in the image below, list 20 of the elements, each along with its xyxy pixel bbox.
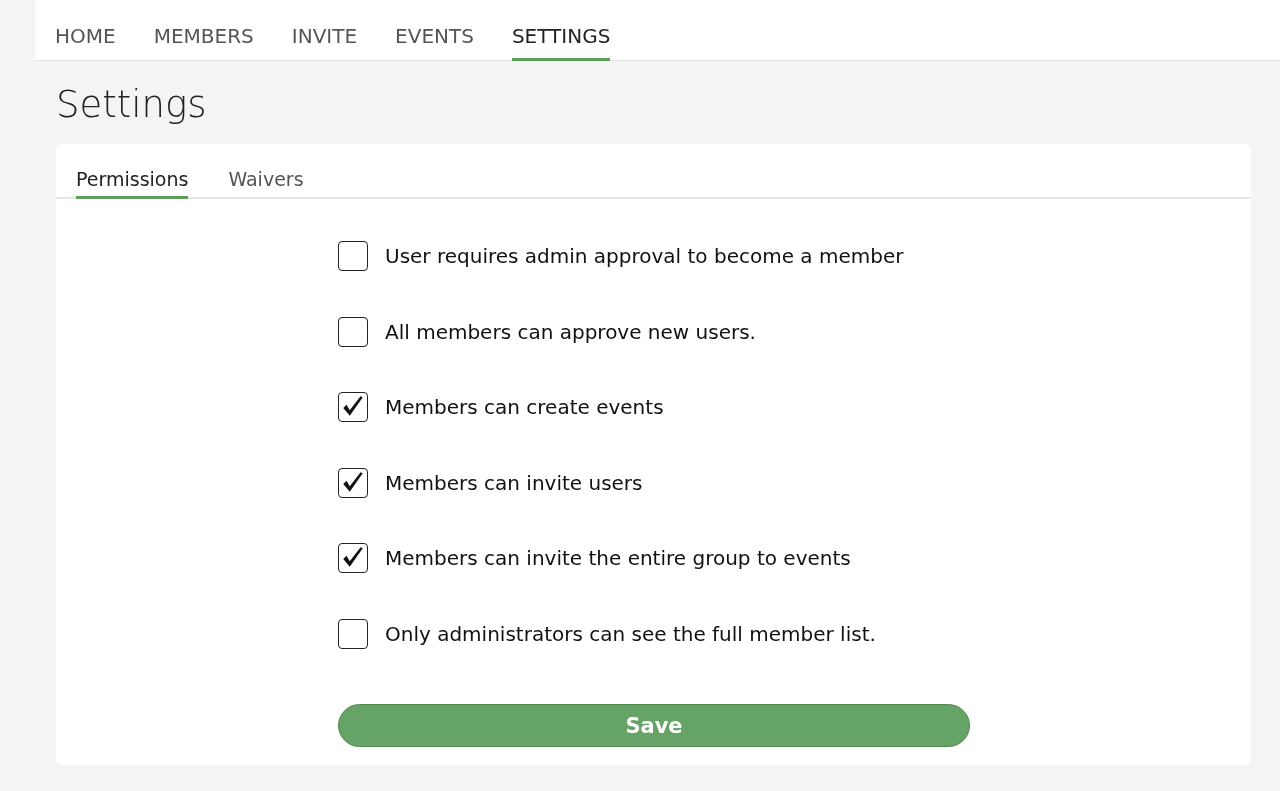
checkbox[interactable] [338, 392, 368, 422]
page-title: Settings [56, 83, 208, 126]
permission-label: Members can invite users [385, 470, 643, 495]
nav-tab[interactable]: INVITE [291, 24, 358, 61]
section-tab[interactable]: Waivers [228, 168, 304, 199]
nav-tab[interactable]: HOME [55, 24, 116, 61]
permission-label: Only administrators can see the full member list. [385, 621, 876, 646]
section-tab[interactable]: Permissions [76, 168, 189, 199]
permission-label: All members can approve new users. [385, 319, 756, 344]
checkbox[interactable] [338, 316, 368, 347]
checkbox[interactable] [338, 241, 368, 271]
nav-tab[interactable]: MEMBERS [153, 24, 254, 61]
nav-tab[interactable]: SETTINGS [511, 24, 611, 61]
checkbox[interactable] [338, 467, 368, 498]
permission-label: User requires admin approval to become a member [385, 244, 904, 268]
permission-label: Members can create events [385, 395, 664, 419]
checkbox[interactable] [338, 543, 368, 573]
permission-label: Members can invite the entire group to events [385, 546, 851, 570]
nav-tab[interactable]: EVENTS [395, 24, 474, 61]
checkbox[interactable] [338, 618, 368, 649]
